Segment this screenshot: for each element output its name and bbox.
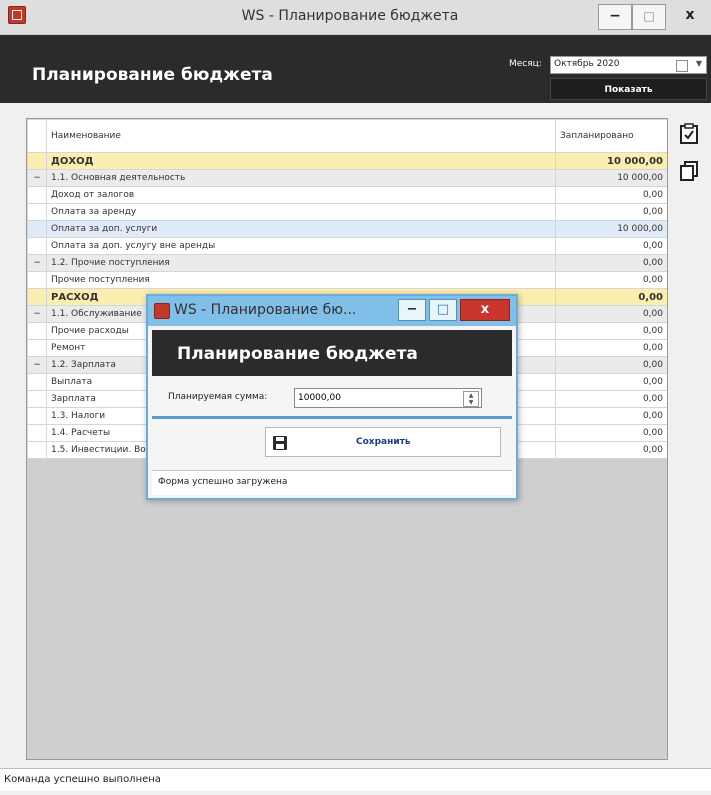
minimize-button[interactable]: − [598, 4, 632, 30]
grid-header-row: Наименование Запланировано [27, 119, 667, 153]
dialog-status-bar: Форма успешно загружена [152, 470, 512, 495]
planned-sum-input[interactable] [295, 389, 451, 407]
copy-icon[interactable] [678, 160, 700, 182]
row-planned-amount[interactable]: 0,00 [555, 186, 667, 204]
row-name: ДОХОД [46, 152, 556, 170]
table-row[interactable]: Оплата за доп. услугу вне аренды 0,00 [27, 237, 667, 255]
row-name: Оплата за доп. услугу вне аренды [46, 237, 556, 255]
row-planned-amount[interactable]: 0,00 [555, 407, 667, 425]
table-row[interactable]: Прочие поступления 0,00 [27, 271, 667, 289]
chevron-down-icon[interactable]: ▼ [696, 59, 702, 68]
row-planned-amount[interactable]: 0,00 [555, 305, 667, 323]
window-title: WS - Планирование бюджета [241, 8, 459, 24]
row-name: Доход от залогов [46, 186, 556, 204]
status-bar: Команда успешно выполнена [0, 768, 711, 791]
row-name: 1.2. Прочие поступления [46, 254, 556, 272]
row-expander[interactable]: − [27, 169, 47, 187]
floppy-disk-icon [273, 436, 287, 450]
row-expander [27, 186, 47, 204]
dialog-minimize-button[interactable]: − [398, 299, 426, 321]
row-planned-amount[interactable]: 10 000,00 [555, 152, 667, 170]
row-expander [27, 237, 47, 255]
row-expander[interactable]: − [27, 356, 47, 374]
page-title: Планирование бюджета [32, 65, 273, 85]
row-planned-amount[interactable]: 0,00 [555, 254, 667, 272]
row-planned-amount[interactable]: 0,00 [555, 203, 667, 221]
month-value: Октябрь 2020 [554, 59, 620, 69]
row-expander[interactable]: − [27, 254, 47, 272]
row-expander [27, 424, 47, 442]
row-name: Оплата за доп. услуги [46, 220, 556, 238]
row-planned-amount[interactable]: 0,00 [555, 356, 667, 374]
month-label: Месяц: [509, 59, 542, 69]
row-expander [27, 152, 47, 170]
row-expander [27, 288, 47, 306]
window-titlebar: WS - Планирование бюджета − □ x [0, 0, 711, 35]
row-name: Прочие поступления [46, 271, 556, 289]
row-planned-amount[interactable]: 0,00 [555, 424, 667, 442]
dialog-title: WS - Планирование бю... [174, 302, 357, 318]
planned-sum-field[interactable]: ▲▼ [294, 388, 482, 408]
dialog-close-button[interactable]: x [460, 299, 510, 321]
row-expander [27, 441, 47, 459]
calendar-icon[interactable] [676, 60, 688, 72]
clipboard-check-icon[interactable] [678, 123, 700, 145]
row-planned-amount[interactable]: 0,00 [555, 271, 667, 289]
dialog-divider [152, 416, 512, 419]
page-header: Планирование бюджета Месяц: Октябрь 2020… [0, 35, 711, 103]
dialog-header: Планирование бюджета [152, 330, 512, 376]
row-planned-amount[interactable]: 10 000,00 [555, 169, 667, 187]
row-expander [27, 203, 47, 221]
dialog-maximize-button[interactable]: □ [429, 299, 457, 321]
row-expander [27, 407, 47, 425]
dialog-status-text: Форма успешно загружена [158, 477, 288, 487]
row-expander [27, 373, 47, 391]
row-planned-amount[interactable]: 0,00 [555, 322, 667, 340]
maximize-button[interactable]: □ [632, 4, 666, 30]
table-row[interactable]: Оплата за аренду 0,00 [27, 203, 667, 221]
app-icon [8, 6, 26, 24]
row-expander [27, 220, 47, 238]
row-planned-amount[interactable]: 0,00 [555, 237, 667, 255]
close-button[interactable]: x [670, 4, 710, 28]
table-row[interactable]: −1.1. Основная деятельность 10 000,00 [27, 169, 667, 187]
save-button[interactable]: Сохранить [265, 427, 501, 457]
row-planned-amount[interactable]: 0,00 [555, 339, 667, 357]
row-expander [27, 322, 47, 340]
dialog-header-title: Планирование бюджета [177, 344, 418, 364]
dialog-app-icon [154, 303, 170, 319]
grid-header-selector [27, 119, 47, 153]
table-row[interactable]: ДОХОД 10 000,00 [27, 152, 667, 170]
row-planned-amount[interactable]: 0,00 [555, 373, 667, 391]
row-planned-amount[interactable]: 0,00 [555, 288, 667, 306]
month-picker[interactable]: Октябрь 2020 ▼ [550, 56, 707, 74]
row-planned-amount[interactable]: 0,00 [555, 441, 667, 459]
status-text: Команда успешно выполнена [4, 774, 161, 785]
row-name: Оплата за аренду [46, 203, 556, 221]
planned-sum-label: Планируемая сумма: [168, 392, 268, 402]
column-header-planned[interactable]: Запланировано [555, 119, 667, 153]
row-planned-amount[interactable]: 0,00 [555, 390, 667, 408]
column-header-name[interactable]: Наименование [46, 119, 556, 153]
spinner-icon[interactable]: ▲ ▼ [463, 391, 479, 407]
table-row[interactable]: Оплата за доп. услуги 10 000,00 [27, 220, 667, 238]
save-button-label: Сохранить [356, 437, 411, 447]
edit-dialog[interactable]: WS - Планирование бю... − □ x Планирован… [146, 294, 518, 500]
row-expander [27, 271, 47, 289]
table-row[interactable]: Доход от залогов 0,00 [27, 186, 667, 204]
row-expander [27, 339, 47, 357]
row-planned-amount[interactable]: 10 000,00 [555, 220, 667, 238]
dialog-titlebar: WS - Планирование бю... − □ x [148, 296, 516, 326]
show-button[interactable]: Показать [550, 78, 707, 100]
table-row[interactable]: −1.2. Прочие поступления 0,00 [27, 254, 667, 272]
row-expander[interactable]: − [27, 305, 47, 323]
row-name: 1.1. Основная деятельность [46, 169, 556, 187]
row-expander [27, 390, 47, 408]
